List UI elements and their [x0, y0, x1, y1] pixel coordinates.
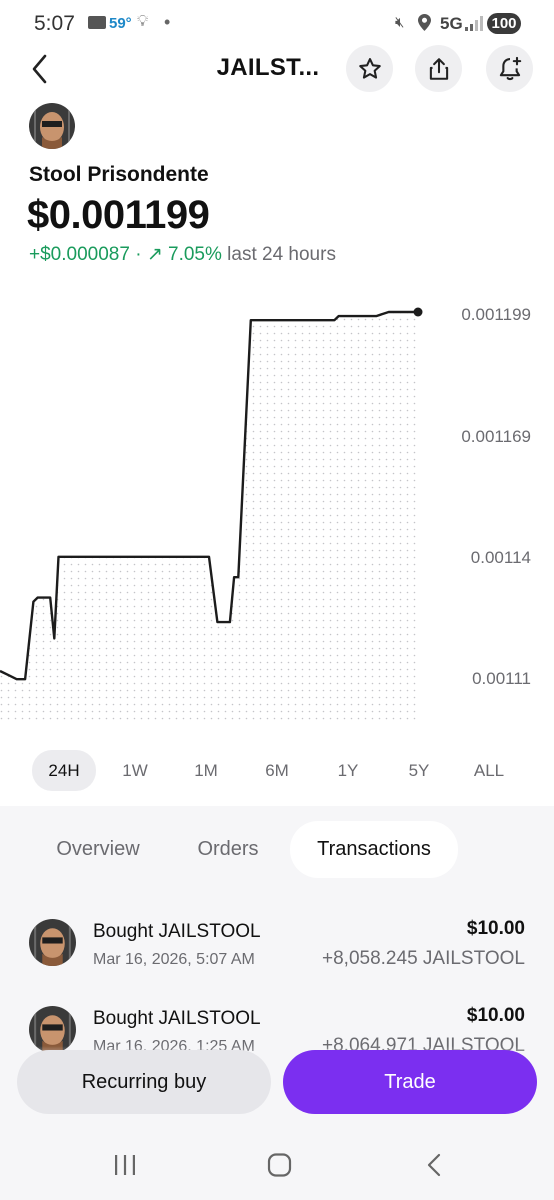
asset-avatar — [29, 103, 75, 149]
y-tick-label: 0.00114 — [471, 548, 531, 567]
recent-apps-icon[interactable] — [113, 1154, 137, 1176]
favorite-button[interactable] — [346, 45, 393, 92]
status-time: 5:07 — [34, 12, 75, 35]
status-temperature: 59° — [109, 15, 132, 32]
price-chart[interactable]: 0.001199 0.001169 0.00114 0.00111 — [0, 290, 554, 730]
battery-indicator: 100 — [487, 13, 521, 34]
trade-button[interactable]: Trade — [283, 1050, 537, 1114]
range-tab-1w[interactable]: 1W — [103, 750, 167, 791]
price-chart-svg: 0.001199 0.001169 0.00114 0.00111 — [0, 305, 531, 720]
transaction-amount: $10.00 — [466, 918, 525, 939]
price-change: +$0.000087 · ↗ 7.05% last 24 hours — [29, 243, 336, 266]
tab-overview[interactable]: Overview — [32, 821, 164, 878]
share-button[interactable] — [415, 45, 462, 92]
share-icon — [429, 57, 448, 80]
y-tick-label: 0.001199 — [461, 305, 531, 324]
range-tab-6m[interactable]: 6M — [245, 750, 309, 791]
range-tab-24h[interactable]: 24H — [32, 750, 96, 791]
status-network: 5G — [440, 14, 463, 33]
tab-transactions[interactable]: Transactions — [290, 821, 458, 878]
signal-icon — [465, 16, 483, 31]
y-tick-label: 0.00111 — [472, 669, 531, 688]
transaction-date: Mar 16, 2026, 5:07 AM — [93, 951, 255, 968]
location-icon — [418, 14, 431, 31]
transaction-row[interactable]: Bought JAILSTOOL Mar 16, 2026, 5:07 AM $10… — [0, 918, 554, 991]
change-period: last 24 hours — [221, 244, 336, 265]
tab-orders[interactable]: Orders — [176, 821, 280, 878]
y-tick-label: 0.001169 — [461, 427, 531, 446]
chart-area-fill — [0, 312, 418, 720]
bell-plus-icon — [499, 56, 521, 80]
star-icon — [358, 57, 381, 79]
range-tab-5y[interactable]: 5Y — [387, 750, 451, 791]
dot-icon: • — [164, 12, 171, 32]
change-separator: · — [129, 244, 147, 265]
change-percent: ↗ 7.05% — [146, 244, 222, 265]
system-nav-bar — [0, 1130, 554, 1200]
transaction-quantity: +8,058.245 JAILSTOOL — [322, 948, 525, 969]
mute-icon: 🔇︎ — [395, 14, 405, 31]
price-line-endpoint — [413, 307, 423, 317]
range-tab-all[interactable]: ALL — [457, 750, 521, 791]
back-icon[interactable] — [424, 1153, 444, 1177]
back-button[interactable] — [26, 50, 56, 88]
asset-price: $0.001199 — [27, 193, 210, 237]
back-chevron-icon — [32, 54, 47, 84]
page-title: JAILST... — [216, 54, 320, 81]
recurring-buy-button[interactable]: Recurring buy — [17, 1050, 271, 1114]
transaction-amount: $10.00 — [466, 1005, 525, 1026]
status-bar: 5:07 59° 💡︎ • 🔇︎ 5G 100 — [0, 0, 554, 48]
home-icon[interactable] — [267, 1153, 293, 1177]
transaction-title: Bought JAILSTOOL — [93, 921, 261, 942]
price-alert-button[interactable] — [486, 45, 533, 92]
transaction-title: Bought JAILSTOOL — [93, 1008, 261, 1029]
bulb-icon: 💡︎ — [137, 13, 149, 30]
change-absolute: +$0.000087 — [29, 244, 130, 265]
range-tab-1y[interactable]: 1Y — [316, 750, 380, 791]
range-tab-1m[interactable]: 1M — [174, 750, 238, 791]
mail-icon — [88, 16, 106, 29]
asset-name: Stool Prisondente — [29, 163, 209, 186]
transaction-avatar — [29, 919, 76, 966]
